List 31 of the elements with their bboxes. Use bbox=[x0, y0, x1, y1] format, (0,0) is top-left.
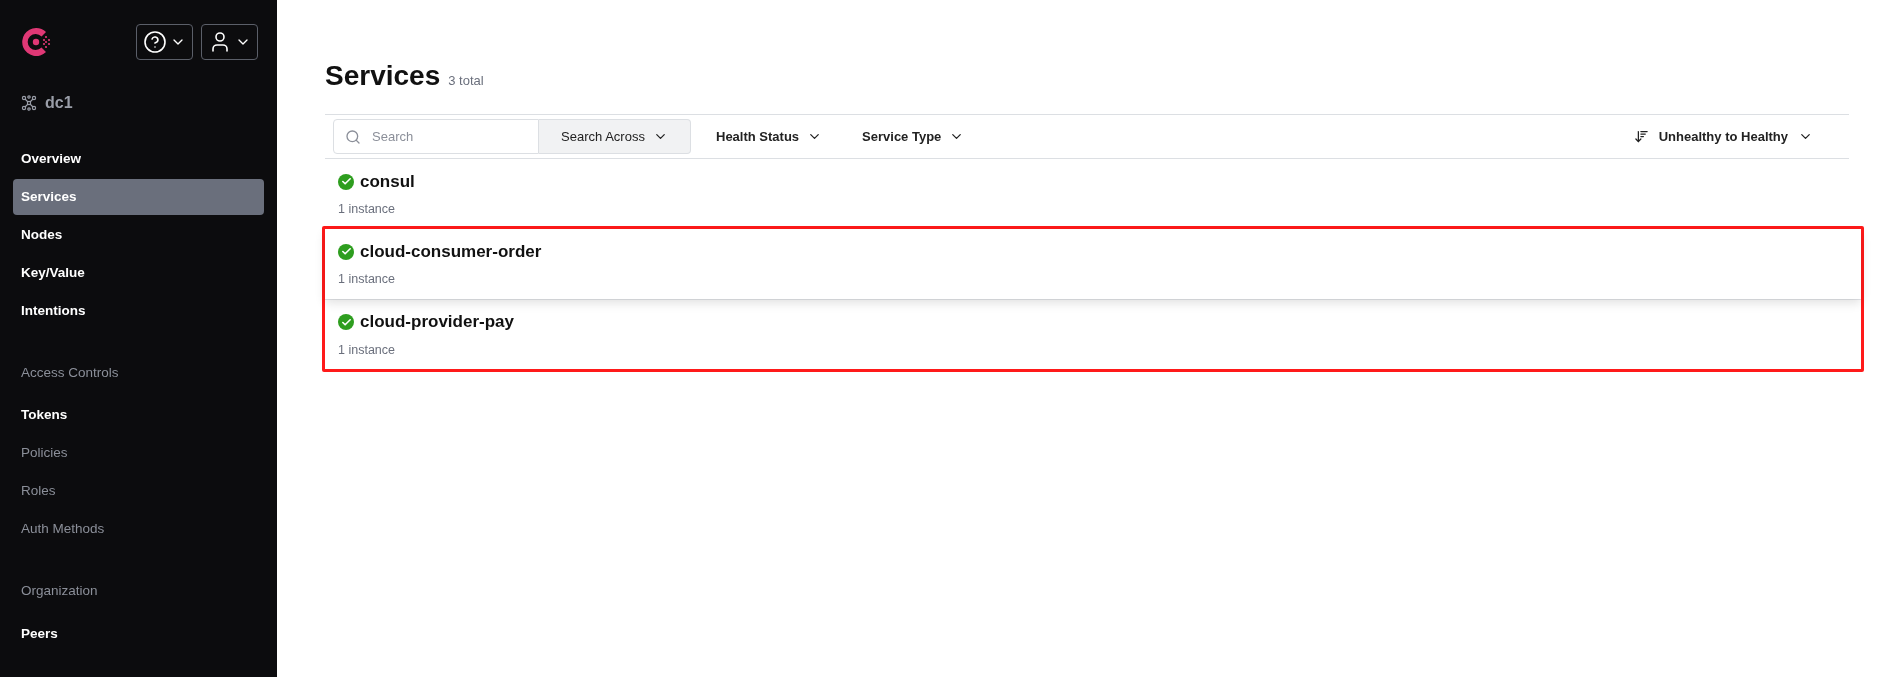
instance-count: 1 instance bbox=[338, 341, 396, 359]
nav-section-header: Organization bbox=[20, 582, 99, 601]
search-across-dropdown[interactable]: Search Across bbox=[539, 119, 691, 154]
nav-link[interactable]: Key/Value bbox=[13, 255, 264, 291]
filter-dropdown[interactable]: Service Type bbox=[862, 119, 965, 154]
service-row[interactable]: cloud-consumer-order 1 instance bbox=[325, 229, 1861, 299]
page-title: Services bbox=[325, 59, 441, 93]
nav-section-header: Access Controls bbox=[20, 364, 120, 382]
nav-link[interactable]: Peers bbox=[13, 615, 264, 652]
nav-link[interactable]: Tokens bbox=[13, 397, 264, 434]
cluster-icon bbox=[21, 95, 37, 111]
help-menu-button[interactable] bbox=[136, 24, 193, 60]
nav-link[interactable]: Overview bbox=[13, 141, 264, 177]
sort-icon bbox=[1633, 129, 1649, 144]
instance-count: 1 instance bbox=[338, 271, 396, 289]
service-name: cloud-provider-pay bbox=[360, 311, 514, 334]
filter-dropdown[interactable]: Health Status bbox=[716, 119, 823, 154]
search-field[interactable]: Search bbox=[333, 119, 539, 154]
service-name: consul bbox=[360, 170, 415, 193]
sort-dropdown[interactable]: Unhealthy to Healthy bbox=[1633, 119, 1813, 154]
total-count: 3 total bbox=[448, 72, 484, 90]
nav-link[interactable]: Nodes bbox=[13, 217, 264, 253]
service-name: cloud-consumer-order bbox=[360, 240, 542, 263]
help-icon bbox=[143, 30, 167, 54]
user-menu-button[interactable] bbox=[201, 24, 258, 60]
datacenter-name[interactable]: dc1 bbox=[45, 91, 73, 115]
search-icon bbox=[345, 129, 361, 145]
instance-count: 1 instance bbox=[338, 201, 396, 219]
nav-link[interactable]: Intentions bbox=[13, 293, 264, 329]
logo-icon[interactable] bbox=[19, 25, 53, 59]
nav-link[interactable]: Services bbox=[13, 179, 264, 215]
